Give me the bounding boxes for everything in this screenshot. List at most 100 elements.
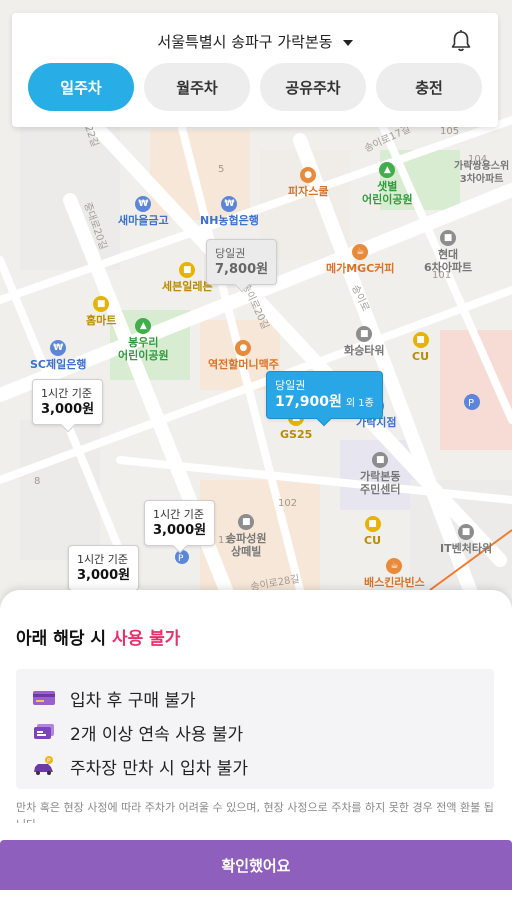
price-tag-amount: 3,000원 <box>41 402 95 417</box>
parking-type-tabs: 일주차 월주차 공유주차 충전 <box>28 63 482 111</box>
price-tag-extra: 외 1종 <box>345 398 374 409</box>
tab-daily-parking[interactable]: 일주차 <box>28 63 134 111</box>
tickets-icon <box>34 724 54 739</box>
poi-cafe[interactable]: ☕ 메가MGC커피 <box>326 244 395 275</box>
poi-label: NH농협은행 <box>200 214 259 227</box>
parking-price-tag[interactable]: 1시간 기준 3,000원 <box>32 379 104 425</box>
poi-label: GS25 <box>280 428 313 441</box>
parking-price-tag-selected[interactable]: 당일권 17,900원 외 1종 <box>266 371 383 419</box>
won-icon: ₩ <box>221 196 238 212</box>
sheet-title-warning: 사용 불가 <box>111 629 181 649</box>
park-icon: ▲ <box>135 318 152 334</box>
restriction-item: P 주차장 만차 시 입차 불가 <box>32 749 494 783</box>
poi-restaurant[interactable]: ● 피자스쿨 <box>288 167 328 198</box>
food-icon: ● <box>300 167 317 183</box>
bell-icon[interactable] <box>450 29 472 53</box>
poi-bank[interactable]: ₩ NH농협은행 <box>200 196 259 227</box>
poi-label: 홈마트 <box>86 314 117 327</box>
store-icon: ■ <box>364 516 381 532</box>
credit-card-icon <box>33 691 55 705</box>
price-tag-type: 1시간 기준 <box>153 508 204 521</box>
price-tag-type: 1시간 기준 <box>41 387 92 400</box>
poi-store[interactable]: ■ 홈마트 <box>86 296 116 327</box>
poi-label: 화승타워 <box>344 344 385 357</box>
poi-park[interactable]: ▲ 봉우리 어린이공원 <box>118 318 169 362</box>
poi-cafe[interactable]: ☕ 배스킨라빈스 <box>364 558 425 589</box>
building-icon: ■ <box>440 230 457 246</box>
tab-shared-parking[interactable]: 공유주차 <box>260 63 366 111</box>
confirm-button[interactable]: 확인했어요 <box>0 840 512 890</box>
building-icon: ■ <box>458 524 475 540</box>
poi-label: CU <box>412 350 430 363</box>
svg-text:P: P <box>178 554 184 564</box>
price-tag-amount: 3,000원 <box>77 568 131 583</box>
restriction-text: 2개 이상 연속 사용 불가 <box>70 724 244 745</box>
restriction-item: 2개 이상 연속 사용 불가 <box>32 715 494 749</box>
restriction-text: 입차 후 구매 불가 <box>70 690 196 711</box>
building-icon: ■ <box>372 452 389 468</box>
poi-label: 배스킨라빈스 <box>364 576 425 589</box>
poi-label: 송파성원 상떼빌 <box>226 532 267 558</box>
usage-restriction-sheet: 아래 해당 시 사용 불가 입차 후 구매 불가 2개 이상 연속 사용 불가 … <box>0 590 512 900</box>
parking-price-tag[interactable]: 당일권 7,800원 <box>206 239 278 285</box>
food-icon: ● <box>235 340 252 356</box>
won-icon: ₩ <box>135 196 152 212</box>
poi-building[interactable]: ■ IT벤처타워 <box>440 524 492 555</box>
cafe-icon: ☕ <box>352 244 369 260</box>
sheet-title: 아래 해당 시 사용 불가 <box>16 624 180 649</box>
poi-label: 봉우리 어린이공원 <box>118 336 169 362</box>
price-tag-type: 당일권 <box>215 247 246 260</box>
building-icon: ■ <box>238 514 255 530</box>
poi-park[interactable]: ▲ 샛별 어린이공원 <box>362 162 413 206</box>
price-tag-type: 1시간 기준 <box>77 553 128 566</box>
price-tag-amount: 3,000원 <box>153 523 207 538</box>
price-tag-type: 당일권 <box>275 379 306 392</box>
poi-building[interactable]: ■ 송파성원 상떼빌 <box>226 514 266 558</box>
park-icon: ▲ <box>379 162 396 178</box>
poi-bank[interactable]: ₩ 새마을금고 <box>118 196 169 227</box>
poi-label: 샛별 어린이공원 <box>362 180 413 206</box>
poi-building[interactable]: 가락쌍용스위 3차아파트 <box>454 158 509 186</box>
location-selector[interactable]: 서울특별시 송파구 가락본동 <box>12 31 498 52</box>
poi-building[interactable]: ■ 화승타워 <box>344 326 384 357</box>
poi-label: 새마을금고 <box>118 214 169 227</box>
parking-price-tag[interactable]: 1시간 기준 3,000원 <box>68 545 140 591</box>
poi-label: 메가MGC커피 <box>326 262 395 275</box>
cafe-icon: ☕ <box>386 558 403 574</box>
restriction-item: 입차 후 구매 불가 <box>32 681 494 715</box>
location-label: 서울특별시 송파구 가락본동 <box>157 33 333 51</box>
price-tag-amount: 7,800원 <box>215 262 269 277</box>
poi-store[interactable]: ■ CU <box>364 516 381 547</box>
poi-building[interactable]: ■ 현대 6차아파트 <box>424 230 472 274</box>
poi-store[interactable]: ■ CU <box>412 332 429 363</box>
lot-number: 105 <box>440 126 460 137</box>
poi-label: 가락본동 주민센터 <box>360 470 401 496</box>
building-icon: ■ <box>356 326 373 342</box>
poi-restaurant[interactable]: ● 역전할머니맥주 <box>208 340 279 371</box>
poi-label: SC제일은행 <box>30 358 87 371</box>
poi-label: 가락쌍용스위 3차아파트 <box>454 161 510 185</box>
parking-price-tag[interactable]: 1시간 기준 3,000원 <box>144 500 216 546</box>
lot-number: 8 <box>34 476 41 487</box>
lot-number: 5 <box>218 164 225 175</box>
restriction-text: 주차장 만차 시 입차 불가 <box>70 758 249 779</box>
poi-building[interactable]: ■ 가락본동 주민센터 <box>360 452 400 496</box>
poi-label: CU <box>364 534 382 547</box>
sheet-title-prefix: 아래 해당 시 <box>16 629 112 649</box>
poi-label: 현대 6차아파트 <box>424 248 473 274</box>
won-icon: ₩ <box>50 340 67 356</box>
store-icon: ■ <box>93 296 110 312</box>
poi-label: IT벤처타워 <box>440 542 493 555</box>
lot-number: 102 <box>278 498 298 509</box>
car-parking-icon: P <box>34 756 53 775</box>
svg-text:P: P <box>47 758 51 765</box>
restriction-list: 입차 후 구매 불가 2개 이상 연속 사용 불가 P 주차장 만차 시 입차 … <box>16 669 494 789</box>
store-icon: ■ <box>412 332 429 348</box>
price-tag-amount: 17,900원 <box>275 394 342 410</box>
tab-monthly-parking[interactable]: 월주차 <box>144 63 250 111</box>
poi-label: 세븐일레븐 <box>162 280 213 293</box>
store-icon: ■ <box>179 262 196 278</box>
tab-charging[interactable]: 충전 <box>376 63 482 111</box>
poi-bank[interactable]: ₩ SC제일은행 <box>30 340 86 371</box>
caret-down-icon <box>342 39 353 46</box>
